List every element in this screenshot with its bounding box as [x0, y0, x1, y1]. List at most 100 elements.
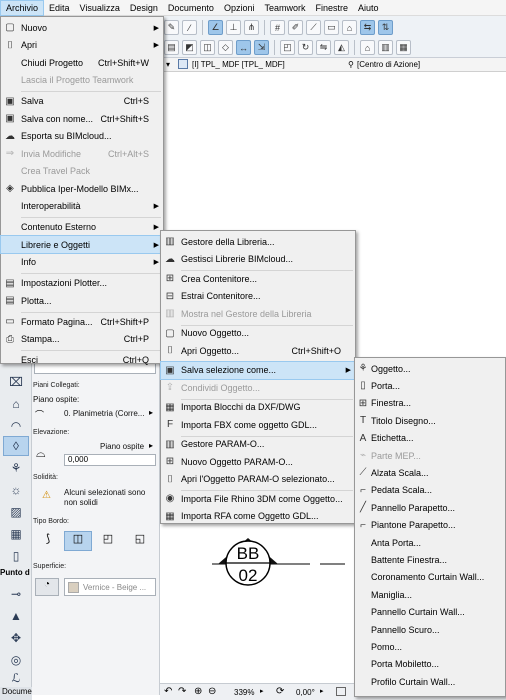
- menu-item-librerie-e-oggetti[interactable]: Librerie e Oggetti ▶: [0, 235, 164, 254]
- lock-icon[interactable]: ⌂: [342, 20, 357, 35]
- offset-icon[interactable]: ◰: [280, 40, 295, 55]
- magic-wand-icon[interactable]: ⟋: [306, 20, 321, 35]
- zone-tool-icon[interactable]: ▨: [3, 502, 29, 522]
- menu-item-stampa[interactable]: ⎙ Stampa... Ctrl+P: [1, 331, 163, 348]
- redo-icon[interactable]: ↷: [178, 686, 186, 697]
- angle-tool-icon[interactable]: ∠: [208, 20, 223, 35]
- hatch-icon[interactable]: ▤: [164, 40, 179, 55]
- chevron-right-icon[interactable]: ▸: [149, 408, 153, 417]
- menu-item-porta-mobiletto[interactable]: Porta Mobiletto...: [355, 656, 505, 673]
- morph-tool-icon[interactable]: ◊: [3, 436, 29, 456]
- surface-dropdown[interactable]: Vernice - Beige ...: [64, 578, 156, 596]
- dropdown-arrow-icon[interactable]: ▸: [320, 687, 324, 695]
- menu-item-crea-contenitore[interactable]: ⊞ Crea Contenitore...: [161, 270, 355, 287]
- dropdown-arrow-icon[interactable]: ▸: [260, 687, 264, 695]
- home-story-value[interactable]: 0. Planimetria (Corre...: [64, 409, 144, 418]
- object-tool-icon[interactable]: ⚘: [3, 458, 29, 478]
- dropdown-arrow-icon[interactable]: ▾: [166, 60, 170, 69]
- menu-teamwork[interactable]: Teamwork: [259, 0, 310, 16]
- menu-item-impostazioni-plotter[interactable]: ▤ Impostazioni Plotter...: [1, 275, 163, 292]
- eyedropper-icon[interactable]: ⁄: [182, 20, 197, 35]
- line-tool-icon[interactable]: ⊸: [3, 584, 29, 604]
- menu-item-anta-porta[interactable]: Anta Porta...: [355, 534, 505, 551]
- section-icon[interactable]: ◫: [200, 40, 215, 55]
- mesh-tool-icon[interactable]: ▦: [3, 524, 29, 544]
- menu-visualizza[interactable]: Visualizza: [75, 0, 125, 16]
- arc-tool-icon[interactable]: ◎: [3, 650, 29, 670]
- menu-item-piantone-parapetto[interactable]: ⌐ Piantone Parapetto...: [355, 517, 505, 534]
- menu-item-estrai-contenitore[interactable]: ⊟ Estrai Contenitore...: [161, 288, 355, 305]
- menu-item-titolo-disegno[interactable]: T Titolo Disegno...: [355, 412, 505, 429]
- angle-value[interactable]: 0,00°: [296, 688, 315, 697]
- grid-icon[interactable]: #: [270, 20, 285, 35]
- dimension-icon[interactable]: ↔: [236, 40, 251, 55]
- menu-item-esporta-su-bimcloud[interactable]: ☁ Esporta su BIMcloud...: [1, 128, 163, 145]
- menu-item-apri[interactable]: ⌷ Apri ▶: [1, 37, 163, 54]
- menu-item-finestra[interactable]: ⊞ Finestra...: [355, 395, 505, 412]
- zoom-in-icon[interactable]: ⊕: [194, 686, 202, 697]
- menu-item-importa-rfa-come-oggetto-gdl[interactable]: ▦ Importa RFA come Oggetto GDL...: [161, 508, 355, 525]
- roof-tool-icon[interactable]: ⌂: [3, 394, 29, 414]
- bucket-icon[interactable]: ◭: [334, 40, 349, 55]
- shell-tool-icon[interactable]: ◠: [3, 416, 29, 436]
- pen-icon[interactable]: ✎: [164, 20, 179, 35]
- wall-tool-icon[interactable]: ▯: [3, 546, 29, 566]
- menu-item-coronamento-curtain-wall[interactable]: Coronamento Curtain Wall...: [355, 569, 505, 586]
- book-icon[interactable]: ▥: [378, 40, 393, 55]
- menu-item-gestisci-librerie-bimcloud[interactable]: ☁ Gestisci Librerie BIMcloud...: [161, 251, 355, 268]
- lamp-tool-icon[interactable]: ☼: [3, 480, 29, 500]
- menu-aiuto[interactable]: Aiuto: [353, 0, 384, 16]
- menu-item-etichetta[interactable]: A Etichetta...: [355, 430, 505, 447]
- surface-picker-icon[interactable]: ◔: [35, 578, 59, 596]
- anchor-tab[interactable]: [Centro di Azione]: [357, 60, 420, 69]
- triangle-tool-icon[interactable]: ▲: [3, 606, 29, 626]
- mirror-icon[interactable]: ⇋: [316, 40, 331, 55]
- menu-finestre[interactable]: Finestre: [310, 0, 353, 16]
- edge-hard-icon[interactable]: ◫: [64, 531, 92, 551]
- zoom-out-icon[interactable]: ⊖: [208, 686, 216, 697]
- edge-custom-icon[interactable]: ◱: [130, 532, 150, 550]
- menu-item-chiudi-progetto[interactable]: Chiudi Progetto Ctrl+Shift+W: [1, 54, 163, 71]
- menu-item-pedata-scala[interactable]: ⌐ Pedata Scala...: [355, 482, 505, 499]
- edge-hidden-icon[interactable]: ◰: [98, 532, 118, 550]
- panel-icon[interactable]: ▦: [396, 40, 411, 55]
- layout-icon[interactable]: [336, 687, 346, 696]
- menu-item-apri-l-oggetto-param-o-selezionato[interactable]: ⌷ Apri l'Oggetto PARAM-O selezionato...: [161, 471, 355, 488]
- menu-item-salva-selezione-come[interactable]: ▣ Salva selezione come... ▶: [160, 360, 356, 380]
- rotate-icon[interactable]: ↻: [298, 40, 313, 55]
- menu-item-esci[interactable]: Esci Ctrl+Q: [1, 352, 163, 369]
- menu-item-alzata-scala[interactable]: ⟋ Alzata Scala...: [355, 464, 505, 481]
- menu-item-apri-oggetto[interactable]: ⌷ Apri Oggetto... Ctrl+Shift+O: [161, 342, 355, 359]
- menu-item-importa-file-rhino-3dm-come-oggetto[interactable]: ◉ Importa File Rhino 3DM come Oggetto...: [161, 490, 355, 507]
- menu-item-info[interactable]: Info ▶: [1, 254, 163, 271]
- view-tab[interactable]: [I] TPL_ MDF [TPL_ MDF]: [192, 60, 285, 69]
- home-icon[interactable]: ⌂: [360, 40, 375, 55]
- menu-item-battente-finestra[interactable]: Battente Finestra...: [355, 551, 505, 568]
- align-icon[interactable]: ⇲: [254, 40, 269, 55]
- menu-item-importa-blocchi-da-dxf-dwg[interactable]: ▦ Importa Blocchi da DXF/DWG: [161, 399, 355, 416]
- pencil-icon[interactable]: ✐: [288, 20, 303, 35]
- circle-tool-icon[interactable]: ℒ: [3, 668, 29, 688]
- fill-icon[interactable]: ◩: [182, 40, 197, 55]
- menu-item-profilo-curtain-wall[interactable]: Profilo Curtain Wall...: [355, 673, 505, 690]
- zoom-level[interactable]: 339%: [234, 688, 254, 697]
- menu-item-gestore-della-libreria[interactable]: ▥ Gestore della Libreria...: [161, 233, 355, 250]
- slab-tool-icon[interactable]: ⌧: [3, 372, 29, 392]
- menu-item-nuovo-oggetto-param-o[interactable]: ⊞ Nuovo Oggetto PARAM-O...: [161, 453, 355, 470]
- menu-item-porta[interactable]: ▯ Porta...: [355, 377, 505, 394]
- menu-item-contenuto-esterno[interactable]: Contenuto Esterno ▶: [1, 219, 163, 236]
- menu-item-importa-fbx-come-oggetto-gdl[interactable]: F Importa FBX come oggetto GDL...: [161, 416, 355, 433]
- bottom-tab[interactable]: Docume: [0, 687, 32, 700]
- menu-item-pannello-parapetto[interactable]: ╱ Pannello Parapetto...: [355, 499, 505, 516]
- menu-item-maniglia[interactable]: Maniglia...: [355, 586, 505, 603]
- menu-item-plotta[interactable]: ▤ Plotta...: [1, 292, 163, 309]
- edge-smooth-icon[interactable]: ⟆: [38, 532, 58, 550]
- trace-icon[interactable]: ⇆: [360, 20, 375, 35]
- elevation-ref[interactable]: Piano ospite: [100, 442, 144, 451]
- menu-item-formato-pagina[interactable]: ▭ Formato Pagina... Ctrl+Shift+P: [1, 313, 163, 330]
- snap-icon[interactable]: ⋔: [244, 20, 259, 35]
- bring-forward-icon[interactable]: ⇅: [378, 20, 393, 35]
- chevron-right-icon[interactable]: ▸: [149, 441, 153, 450]
- layer-icon[interactable]: ▭: [324, 20, 339, 35]
- move-tool-icon[interactable]: ✥: [3, 628, 29, 648]
